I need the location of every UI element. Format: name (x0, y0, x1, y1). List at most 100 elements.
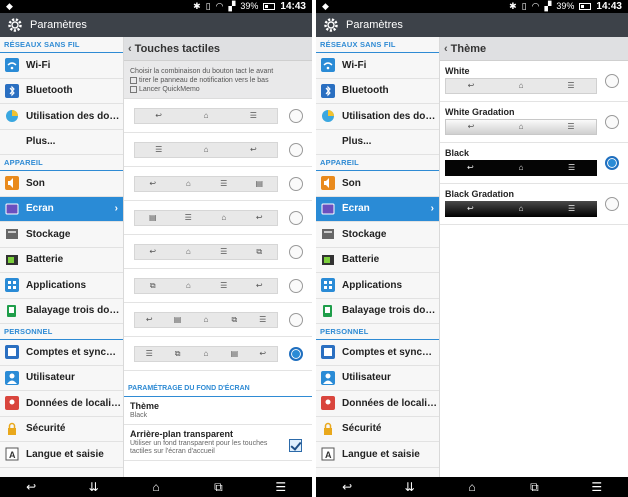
back-key-icon: ↩ (467, 122, 475, 131)
pane-header[interactable]: ‹ Touches tactiles (124, 37, 312, 61)
home-button[interactable]: ⌂ (457, 477, 487, 497)
display-icon (321, 202, 335, 216)
theme-radio-black[interactable] (605, 156, 619, 170)
settings-item-wifi[interactable]: Wi-Fi (316, 53, 439, 79)
wifi-icon (5, 58, 19, 73)
settings-item-accounts[interactable]: Comptes et synchro… (0, 340, 123, 366)
applications-icon (5, 278, 19, 293)
settings-item-location[interactable]: Données de localisat… (0, 391, 123, 417)
settings-item-display[interactable]: Écran › (0, 196, 123, 222)
combination-radio[interactable] (289, 313, 303, 327)
theme-option-black-gradation[interactable]: Black Gradation ↩ ⌂ ☰ (440, 184, 628, 225)
app-title: Paramètres (346, 19, 403, 31)
quickmemo-key-icon: ⧉ (231, 315, 238, 324)
notification-pull-button[interactable]: ⇊ (395, 477, 425, 497)
theme-option-white-gradation[interactable]: White Gradation ↩ ⌂ ☰ (440, 102, 628, 143)
combination-radio[interactable] (289, 177, 303, 191)
settings-item-three-finger-swipe[interactable]: Balayage trois doigts (316, 299, 439, 324)
quickmemo-button[interactable]: ⧉ (519, 477, 549, 497)
notification-icon: ◆ (322, 1, 329, 11)
display-icon (5, 202, 19, 216)
transparent-background-option[interactable]: Arrière-plan transparent Utiliser un fon… (124, 425, 312, 461)
settings-item-bluetooth[interactable]: Bluetooth (316, 79, 439, 104)
combination-radio[interactable] (289, 245, 303, 259)
settings-item-security[interactable]: Sécurité (0, 417, 123, 442)
transparent-background-checkbox[interactable] (289, 439, 302, 452)
pane-header[interactable]: ‹ Thème (440, 37, 628, 61)
settings-item-three-finger-swipe[interactable]: Balayage trois doigts (0, 299, 123, 324)
settings-item-storage[interactable]: Stockage (316, 222, 439, 248)
theme-option-white[interactable]: White ↩ ⌂ ☰ (440, 61, 628, 102)
touch-keys-description: Choisir la combinaison du bouton tact le… (124, 61, 312, 99)
navigation-bar: ↩ ⇊ ⌂ ⧉ ☰ (0, 477, 312, 497)
combination-radio[interactable] (289, 279, 303, 293)
settings-item-security[interactable]: Sécurité (316, 417, 439, 442)
clock: 14:43 (280, 1, 306, 12)
settings-item-applications[interactable]: Applications (0, 273, 123, 299)
combination-radio[interactable] (289, 143, 303, 157)
user-icon (5, 370, 19, 385)
theme-radio-black-gradation[interactable] (605, 197, 619, 211)
settings-item-battery[interactable]: Batterie (316, 248, 439, 273)
storage-icon (321, 227, 335, 241)
settings-item-battery[interactable]: Batterie (0, 248, 123, 273)
button-combination-option[interactable]: ▤ ☰ ⌂ ↩ (124, 201, 312, 235)
menu-key-icon: ☰ (249, 111, 257, 120)
settings-item-more[interactable]: Plus... (316, 130, 439, 155)
menu-button[interactable]: ☰ (582, 477, 612, 497)
back-button[interactable]: ↩ (332, 477, 362, 497)
button-combination-option[interactable]: ↩ ⌂ ☰ ⧉ (124, 235, 312, 269)
settings-item-storage[interactable]: Stockage (0, 222, 123, 248)
settings-item-user[interactable]: Utilisateur (316, 366, 439, 391)
combination-radio[interactable] (289, 109, 303, 123)
theme-radio-white[interactable] (605, 74, 619, 88)
theme-radio-white-gradation[interactable] (605, 115, 619, 129)
battery-settings-icon (5, 253, 19, 267)
quickmemo-button[interactable]: ⧉ (203, 477, 233, 497)
home-key-icon: ⌂ (221, 213, 227, 222)
language-icon: A (321, 447, 335, 461)
button-combination-option[interactable]: ☰ ⧉ ⌂ ▤ ↩ (124, 337, 312, 371)
chevron-right-icon: › (114, 202, 118, 214)
theme-option-black[interactable]: Black ↩ ⌂ ☰ (440, 143, 628, 184)
menu-key-icon: ☰ (220, 247, 228, 256)
back-button[interactable]: ↩ (16, 477, 46, 497)
settings-item-wifi[interactable]: Wi-Fi (0, 53, 123, 79)
button-combination-option[interactable]: ↩ ⌂ ☰ (124, 99, 312, 133)
combination-preview: ↩ ⌂ ☰ (134, 108, 278, 124)
menu-button[interactable]: ☰ (266, 477, 296, 497)
notification-pull-button[interactable]: ⇊ (79, 477, 109, 497)
settings-item-language[interactable]: A Langue et saisie (316, 442, 439, 468)
settings-item-more[interactable]: Plus... (0, 130, 123, 155)
settings-gear-icon[interactable] (322, 16, 340, 34)
back-key-icon: ↩ (155, 111, 162, 120)
theme-pane: ‹ Thème White ↩ ⌂ ☰ White Gradation ↩ ⌂ … (440, 37, 628, 477)
settings-item-bluetooth[interactable]: Bluetooth (0, 79, 123, 104)
clock: 14:43 (596, 1, 622, 12)
section-header-device: APPAREIL (0, 155, 123, 171)
settings-item-data-usage[interactable]: Utilisation des donn… (316, 104, 439, 130)
button-combination-option[interactable]: ↩ ⌂ ☰ ▤ (124, 167, 312, 201)
vibrate-icon: ▯ (521, 1, 527, 11)
back-key-icon: ↩ (467, 81, 475, 90)
back-key-icon: ↩ (466, 204, 474, 213)
settings-item-language[interactable]: A Langue et saisie (0, 442, 123, 468)
button-combination-option[interactable]: ☰ ⌂ ↩ (124, 133, 312, 167)
settings-item-sound[interactable]: Son (316, 171, 439, 197)
button-combination-option[interactable]: ↩ ▤ ⌂ ⧉ ☰ (124, 303, 312, 337)
home-button[interactable]: ⌂ (141, 477, 171, 497)
combination-radio[interactable] (289, 211, 303, 225)
settings-item-sound[interactable]: Son (0, 171, 123, 197)
combination-radio[interactable] (289, 347, 303, 361)
theme-option[interactable]: Thème Black (124, 397, 312, 425)
settings-item-applications[interactable]: Applications (316, 273, 439, 299)
settings-item-display[interactable]: Écran › (316, 196, 439, 222)
settings-item-accounts[interactable]: Comptes et synchro… (316, 340, 439, 366)
settings-item-user[interactable]: Utilisateur (0, 366, 123, 391)
theme-preview-black-gradation: ↩ ⌂ ☰ (445, 201, 597, 217)
settings-gear-icon[interactable] (6, 16, 24, 34)
settings-item-location[interactable]: Données de localisat… (316, 391, 439, 417)
settings-item-data-usage[interactable]: Utilisation des donn… (0, 104, 123, 130)
button-combination-option[interactable]: ⧉ ⌂ ☰ ↩ (124, 269, 312, 303)
data-usage-icon (321, 109, 335, 123)
